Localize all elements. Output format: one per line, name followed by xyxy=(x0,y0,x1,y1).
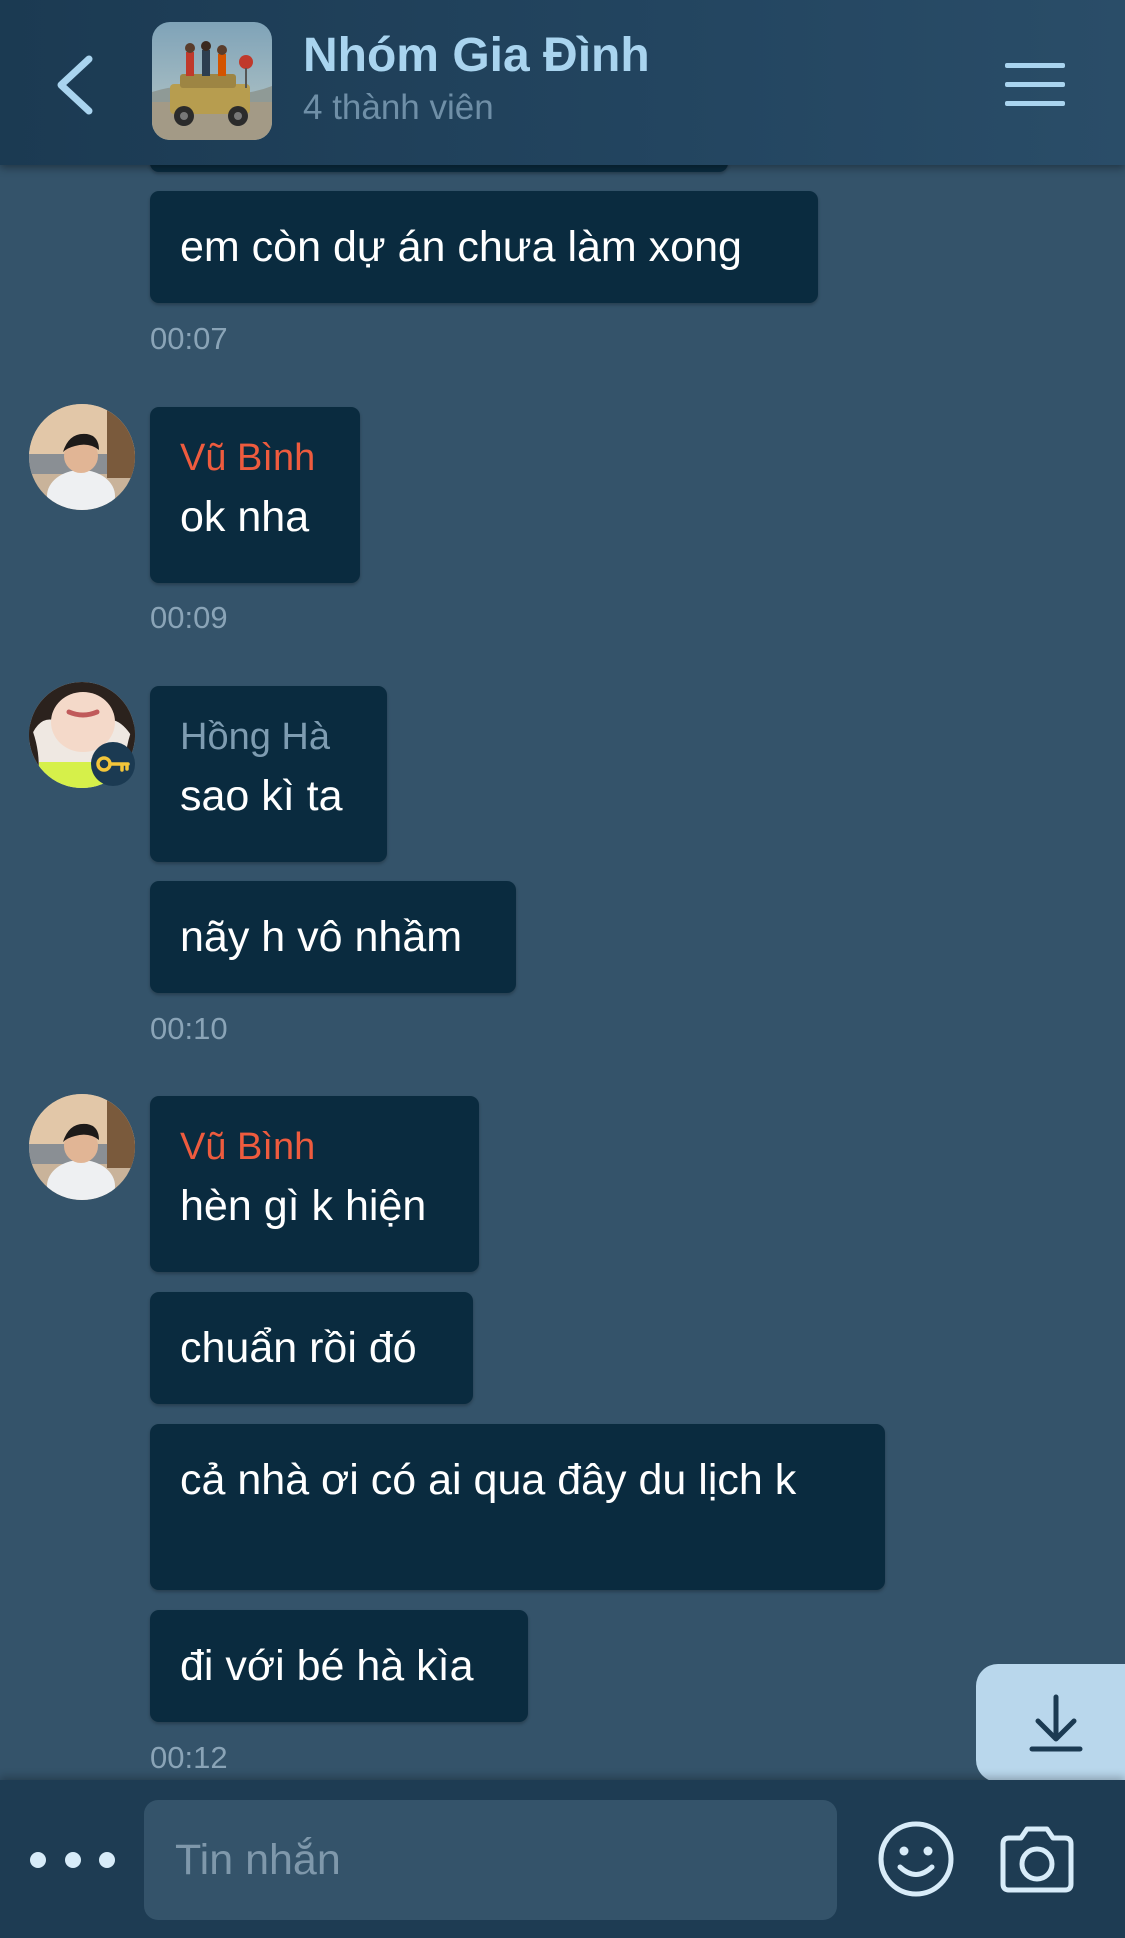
message-text: nãy h vô nhầm xyxy=(180,913,463,961)
message-text: đi với bé hà kìa xyxy=(180,1642,474,1690)
arrow-down-icon xyxy=(1029,1694,1083,1752)
message-bubble[interactable]: cả nhà ơi có ai qua đây du lịch k xyxy=(150,1424,885,1590)
sender-name[interactable]: Vũ Bình xyxy=(180,1126,449,1169)
message-bubble[interactable]: Hồng Hà sao kì ta xyxy=(150,686,387,862)
message-bubble[interactable]: Vũ Bình hèn gì k hiện xyxy=(150,1096,479,1272)
camera-button[interactable] xyxy=(997,1824,1077,1894)
message-text: ok nha xyxy=(180,493,310,541)
message-text: cả nhà ơi có ai qua đây du lịch k xyxy=(180,1456,797,1504)
emoji-icon xyxy=(878,1821,954,1897)
message-text: chuẩn rồi đó xyxy=(180,1324,417,1372)
camera-icon xyxy=(1000,1826,1074,1893)
avatar-hong-ha[interactable] xyxy=(29,682,135,788)
message-bubble[interactable]: chuẩn rồi đó xyxy=(150,1292,473,1404)
more-dots-icon xyxy=(30,1852,46,1868)
emoji-button[interactable] xyxy=(877,1820,955,1898)
message-bubble[interactable]: nãy h vô nhầm xyxy=(150,881,516,993)
message-bubble[interactable]: em còn dự án chưa làm xong xyxy=(150,191,818,303)
group-avatar[interactable] xyxy=(152,22,272,140)
key-icon xyxy=(96,756,130,772)
message-time: 00:12 xyxy=(150,1740,228,1775)
message-text: hèn gì k hiện xyxy=(180,1182,427,1230)
group-title[interactable]: Nhóm Gia Đình xyxy=(303,28,650,83)
back-button[interactable] xyxy=(40,45,110,125)
message-bubble[interactable]: đi với bé hà kìa xyxy=(150,1610,528,1722)
message-text: sao kì ta xyxy=(180,772,343,820)
hamburger-menu-icon xyxy=(1005,63,1065,106)
message-input[interactable] xyxy=(144,1800,837,1920)
message-time: 00:07 xyxy=(150,321,228,356)
sender-name[interactable]: Hồng Hà xyxy=(180,716,357,759)
message-time: 00:10 xyxy=(150,1011,228,1046)
composer-bar xyxy=(0,1780,1125,1938)
avatar-vu-binh[interactable] xyxy=(29,404,135,510)
scroll-to-bottom-button[interactable] xyxy=(976,1664,1125,1782)
message-text: em còn dự án chưa làm xong xyxy=(180,223,742,271)
chat-header: Nhóm Gia Đình 4 thành viên xyxy=(0,0,1125,165)
message-bubble[interactable]: Vũ Bình ok nha xyxy=(150,407,360,583)
chevron-left-icon xyxy=(57,55,93,115)
more-options-button[interactable] xyxy=(30,1835,115,1885)
admin-badge xyxy=(91,742,135,786)
sender-name[interactable]: Vũ Bình xyxy=(180,437,330,480)
member-count[interactable]: 4 thành viên xyxy=(303,88,494,128)
avatar-vu-binh[interactable] xyxy=(29,1094,135,1200)
message-time: 00:09 xyxy=(150,600,228,635)
menu-button[interactable] xyxy=(995,55,1075,115)
